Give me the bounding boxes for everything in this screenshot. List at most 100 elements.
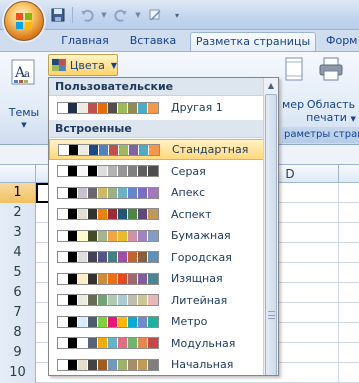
row-header[interactable]: 5 [0,263,36,283]
redo-dropdown-icon[interactable]: ▼ [135,7,141,23]
scroll-grip-icon [268,311,275,319]
color-scheme-label: Апекс [171,186,206,199]
color-swatch [98,273,108,284]
tab-insert[interactable]: Вставка [120,32,186,52]
color-scheme-item[interactable]: Модульная [49,333,264,354]
colors-button[interactable]: Цвета ▼ [48,54,118,76]
print-area-dropdown-icon: ▼ [350,115,356,123]
color-swatch [138,295,148,305]
color-swatches [57,358,159,371]
color-scheme-item[interactable]: Апекс [49,182,264,203]
color-swatch [108,295,118,305]
scroll-up-icon[interactable]: ▲ [265,79,277,93]
office-button[interactable] [4,1,44,41]
color-scheme-label: Серая [171,164,206,178]
color-swatch [78,359,88,370]
color-scheme-item[interactable]: Аспект [49,204,264,225]
color-scheme-item[interactable]: Изящная [49,268,264,289]
color-swatch [129,144,139,155]
color-swatch [128,230,138,241]
color-swatch [108,252,118,262]
themes-button[interactable]: A a Темы ▼ [4,58,44,132]
row-header[interactable]: 9 [0,343,36,363]
color-swatches [57,229,159,242]
color-swatch [118,295,128,305]
themes-label: Темы [8,106,40,119]
color-swatch [118,230,128,241]
row-header[interactable]: 3 [0,223,36,243]
color-scheme-item[interactable]: Начальная [49,354,264,375]
color-swatch [128,273,138,284]
row-header[interactable]: 6 [0,283,36,303]
row-header[interactable]: 1 [0,183,36,203]
tab-page-layout[interactable]: Разметка страницы [190,32,316,52]
undo-icon[interactable] [79,7,95,23]
color-swatch [78,273,88,284]
color-scheme-item[interactable]: Бумажная [49,225,264,246]
color-swatch [128,166,138,176]
scroll-thumb[interactable] [265,94,277,375]
color-swatch [58,316,68,327]
color-swatch [118,273,128,284]
select-all-corner[interactable] [0,165,36,183]
color-swatch [128,359,138,370]
color-swatch [128,316,138,327]
svg-text:a: a [24,69,30,80]
color-scheme-item[interactable]: Другая 1 [49,97,264,118]
color-swatch [138,166,148,176]
clear-format-icon[interactable] [147,7,163,23]
tab-home[interactable]: Главная [52,32,118,52]
dropdown-scrollbar[interactable]: ▲ [263,78,278,375]
color-scheme-item[interactable]: Городская [49,247,264,268]
color-swatch [88,359,98,370]
color-swatch [148,316,158,327]
color-swatch [98,252,108,262]
color-swatch [88,230,98,241]
color-swatch [58,166,68,176]
column-divider [338,165,339,182]
color-swatch [119,144,129,155]
color-swatch [118,252,128,262]
margins-button[interactable]: мер [282,56,306,111]
row-header[interactable]: 2 [0,203,36,223]
color-swatch [79,144,89,155]
colors-label: Цвета [69,58,105,72]
color-swatch [108,187,118,198]
color-scheme-item[interactable]: Стандартная [49,139,264,160]
color-scheme-label: Литейная [171,293,228,307]
page-setup-group-label: раметры страни [282,127,359,143]
color-swatch [99,144,109,155]
color-swatch [139,144,149,155]
color-swatch [58,273,68,284]
color-swatch [88,209,98,219]
print-area-button[interactable]: Область печати ▼ [306,56,356,126]
color-scheme-item[interactable]: Литейная [49,290,264,311]
row-header[interactable]: 10 [0,363,36,383]
customize-qat-icon[interactable]: ▾ [169,7,185,23]
color-swatch [88,187,98,198]
color-swatch [88,102,98,113]
color-swatch [118,102,128,113]
color-swatch [68,316,78,327]
redo-icon[interactable] [113,7,129,23]
save-icon[interactable] [50,7,66,23]
builtin-section-header: Встроенные [49,120,264,138]
color-scheme-item[interactable]: Метро [49,311,264,332]
color-scheme-item[interactable]: Серая [49,161,264,182]
color-swatch [138,316,148,327]
color-swatches [57,208,159,220]
row-header[interactable]: 8 [0,323,36,343]
color-swatch [78,187,88,198]
tab-formulas[interactable]: Форм [320,32,359,52]
column-header-d[interactable]: D [275,165,305,183]
undo-dropdown-icon[interactable]: ▼ [101,7,107,23]
themes-icon: A a [11,59,35,85]
row-header[interactable]: 4 [0,243,36,263]
color-swatch [128,102,138,113]
color-swatch [109,144,119,155]
color-swatch [128,338,138,348]
row-header[interactable]: 7 [0,303,36,323]
color-swatch [98,102,108,113]
margins-icon [285,57,303,81]
color-swatch [88,273,98,284]
